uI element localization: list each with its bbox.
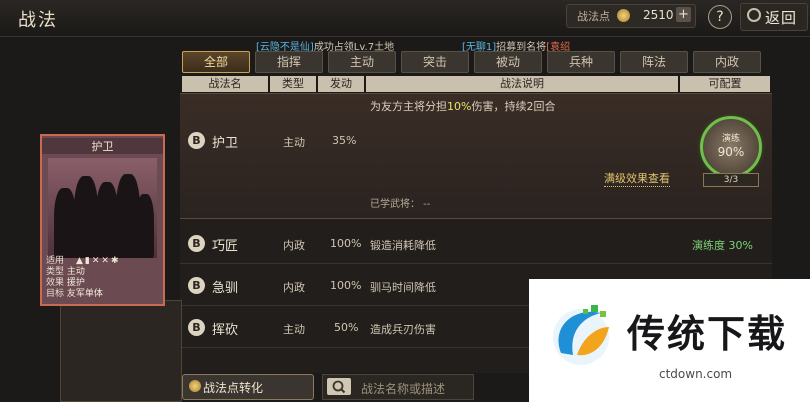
tactic-name: 巧匠 bbox=[212, 239, 239, 254]
desc-part: 伤害，持续2回合 bbox=[471, 100, 556, 113]
tab-formation[interactable]: 阵法 bbox=[620, 51, 688, 73]
config-count: 3/3 bbox=[703, 173, 759, 187]
meta-value: 主动 bbox=[66, 267, 85, 277]
tab-passive[interactable]: 被动 bbox=[474, 51, 542, 73]
meta-row: 类型 主动 bbox=[46, 267, 103, 278]
back-button[interactable]: 返回 bbox=[740, 3, 808, 31]
tactic-rate: 100% bbox=[330, 279, 362, 292]
col-type: 类型 bbox=[270, 76, 316, 92]
meta-value: 援护 bbox=[66, 278, 85, 288]
tactic-rate: 50% bbox=[334, 321, 359, 334]
meta-value: 友军单体 bbox=[66, 289, 103, 299]
tactic-rate: 35% bbox=[332, 134, 357, 147]
grade-badge: B bbox=[188, 277, 205, 294]
tactic-name: 挥砍 bbox=[212, 323, 239, 338]
soldier-silhouette bbox=[54, 188, 76, 258]
tab-troop-type[interactable]: 兵种 bbox=[547, 51, 615, 73]
grade-badge: B bbox=[188, 132, 205, 149]
soldier-silhouette bbox=[136, 194, 154, 258]
grade-badge: B bbox=[188, 319, 205, 336]
tactic-description: 锻造消耗降低 bbox=[370, 239, 436, 252]
tactic-type: 内政 bbox=[283, 239, 305, 252]
col-rate: 发动 bbox=[318, 76, 364, 92]
tactic-type: 主动 bbox=[283, 323, 305, 336]
tactic-points-box: 战法点 2510 + bbox=[566, 4, 696, 28]
col-configurable: 可配置 bbox=[680, 76, 770, 92]
tactic-name: 护卫 bbox=[212, 136, 239, 151]
add-points-button[interactable]: + bbox=[676, 7, 691, 22]
help-button[interactable]: ? bbox=[708, 5, 732, 29]
tab-command[interactable]: 指挥 bbox=[255, 51, 323, 73]
top-bar: 战法 战法点 2510 + ? 返回 bbox=[0, 0, 810, 37]
dial-percent: 90% bbox=[717, 145, 745, 159]
watermark: 传统下载 ctdown.com bbox=[529, 279, 810, 402]
training-dial[interactable]: 演练 90% bbox=[700, 116, 762, 178]
soldier-silhouette bbox=[96, 182, 118, 258]
coin-icon bbox=[617, 9, 630, 22]
desc-part: 为友方主将分担 bbox=[370, 100, 447, 113]
tab-assault[interactable]: 突击 bbox=[401, 51, 469, 73]
tactic-card: 护卫 适用 类型 主动 效果 援护 目标 友军单体 ▲▮✕✕✱ bbox=[40, 134, 165, 306]
desc-highlight: 10% bbox=[447, 100, 472, 113]
meta-key: 目标 bbox=[46, 289, 65, 299]
tactic-row-selected[interactable]: 为友方主将分担10%伤害，持续2回合 B 护卫 主动 35% 演练 90% 3/… bbox=[180, 93, 772, 219]
tactic-points-label: 战法点 bbox=[577, 10, 610, 23]
watermark-title: 传统下载 bbox=[627, 312, 788, 356]
tactic-description: 造成兵刃伤害 bbox=[370, 323, 436, 336]
search-placeholder: 战法名称或描述 bbox=[361, 382, 446, 396]
back-label: 返回 bbox=[765, 9, 798, 27]
convert-label: 战法点转化 bbox=[203, 381, 264, 395]
back-icon bbox=[747, 8, 761, 22]
tab-active[interactable]: 主动 bbox=[328, 51, 396, 73]
tab-internal-affairs[interactable]: 内政 bbox=[693, 51, 761, 73]
tactic-type: 内政 bbox=[283, 281, 305, 294]
max-level-effect-link[interactable]: 满级效果查看 bbox=[604, 170, 670, 187]
col-description: 战法说明 bbox=[366, 76, 678, 92]
watermark-url: ctdown.com bbox=[659, 367, 733, 381]
tactic-type: 主动 bbox=[283, 136, 305, 149]
tactic-description: 驯马时间降低 bbox=[370, 281, 436, 294]
category-tabs: 全部 指挥 主动 突击 被动 兵种 阵法 内政 bbox=[182, 51, 770, 73]
meta-row: 目标 友军单体 bbox=[46, 289, 103, 300]
convert-points-button[interactable]: 战法点转化 bbox=[182, 374, 314, 400]
meta-key: 效果 bbox=[46, 278, 65, 288]
tab-all[interactable]: 全部 bbox=[182, 51, 250, 73]
tactic-rate: 100% bbox=[330, 237, 362, 250]
tactic-name: 急驯 bbox=[212, 281, 239, 296]
troop-type-icons: ▲▮✕✕✱ bbox=[76, 256, 121, 266]
col-name: 战法名 bbox=[182, 76, 268, 92]
card-title: 护卫 bbox=[42, 138, 163, 154]
tactic-row[interactable]: B 巧匠 内政 100% 锻造消耗降低 演练度 30% bbox=[180, 223, 772, 264]
meta-key: 类型 bbox=[46, 267, 65, 277]
soldier-silhouette bbox=[74, 176, 98, 258]
search-box[interactable]: 战法名称或描述 bbox=[322, 374, 474, 400]
selected-description: 为友方主将分担10%伤害，持续2回合 bbox=[370, 98, 555, 114]
dial-label: 演练 bbox=[721, 134, 740, 144]
watermark-logo bbox=[553, 305, 609, 365]
meta-row: 效果 援护 bbox=[46, 278, 103, 289]
grade-badge: B bbox=[188, 235, 205, 252]
page-title: 战法 bbox=[18, 10, 58, 31]
table-header: 战法名 类型 发动 战法说明 可配置 bbox=[182, 76, 770, 92]
tactic-points-value: 2510 bbox=[643, 8, 674, 22]
coin-icon bbox=[189, 380, 201, 392]
search-icon[interactable] bbox=[327, 378, 351, 395]
training-level: 演练度 30% bbox=[692, 239, 753, 252]
card-stack bbox=[60, 300, 182, 402]
card-artwork bbox=[48, 158, 157, 258]
meta-key: 适用 bbox=[46, 256, 65, 266]
learned-generals: 已学武将： -- bbox=[370, 199, 431, 210]
